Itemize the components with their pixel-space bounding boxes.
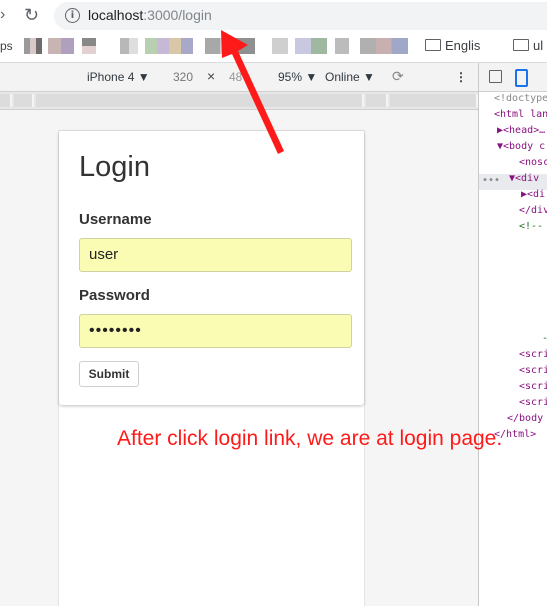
bookmarks-bar: ps Englis ul bbox=[0, 32, 547, 63]
device-select[interactable]: iPhone 4 ▼ bbox=[87, 70, 150, 84]
rotate-icon[interactable]: ⟳ bbox=[392, 68, 404, 85]
dom-node-line[interactable]: - bbox=[542, 333, 547, 344]
dom-node-line[interactable]: </body bbox=[507, 413, 543, 424]
dom-node-line[interactable]: <!-- bbox=[519, 221, 543, 232]
username-label: Username bbox=[79, 211, 152, 228]
dom-node-line[interactable]: ▶<head>… bbox=[497, 125, 545, 136]
devtools-panel: ••• <!doctype <html lan ▶<head>… ▼<body c <n… bbox=[478, 63, 547, 606]
info-icon[interactable]: i bbox=[65, 8, 80, 23]
annotation-text: After click login link, we are at login … bbox=[117, 427, 503, 450]
node-ellipsis[interactable]: ••• bbox=[482, 175, 500, 186]
bookmark-folder-label: Englis bbox=[445, 38, 481, 53]
reload-icon[interactable]: ↻ bbox=[24, 5, 39, 26]
dom-node-line[interactable]: <scri bbox=[519, 397, 547, 408]
device-toolbar: iPhone 4 ▼ 320 × 48 95% ▼ Online ▼ ⟳ ⋮ bbox=[0, 63, 478, 92]
password-input[interactable]: •••••••• bbox=[79, 314, 352, 348]
forward-icon[interactable]: › bbox=[0, 6, 5, 24]
viewport-width-input[interactable]: 320 bbox=[173, 70, 193, 84]
ruler-segment[interactable] bbox=[0, 94, 12, 107]
bookmark-favicon[interactable] bbox=[120, 38, 138, 54]
inspect-element-icon[interactable] bbox=[489, 70, 502, 83]
device-viewport: Login Username user Password •••••••• Su… bbox=[0, 110, 478, 606]
url-text[interactable]: localhost:3000/login bbox=[88, 7, 212, 23]
dom-node-line[interactable]: ▼<body c bbox=[497, 141, 545, 152]
device-toggle-icon[interactable] bbox=[515, 69, 528, 87]
dom-node-line[interactable]: <!doctype bbox=[494, 93, 547, 104]
zoom-select[interactable]: 95% ▼ bbox=[278, 70, 317, 84]
bookmark-favicon[interactable] bbox=[205, 38, 255, 54]
bookmark-favicon[interactable] bbox=[145, 38, 193, 54]
dom-node-line[interactable]: ▶<di bbox=[521, 189, 545, 200]
dom-node-line[interactable]: <scri bbox=[519, 381, 547, 392]
url-host: localhost bbox=[88, 7, 144, 23]
dimension-separator: × bbox=[207, 68, 216, 84]
username-input[interactable]: user bbox=[79, 238, 352, 272]
bookmark-favicon[interactable] bbox=[272, 38, 288, 54]
url-path: :3000/login bbox=[143, 7, 212, 23]
page-title: Login bbox=[79, 151, 150, 183]
device-screen: Login Username user Password •••••••• Su… bbox=[59, 131, 364, 606]
address-bar[interactable]: i localhost:3000/login bbox=[54, 2, 547, 30]
dom-node-line[interactable]: <scri bbox=[519, 349, 547, 360]
bookmark-favicon[interactable] bbox=[48, 38, 74, 54]
bookmark-folder-label: ul bbox=[533, 38, 544, 53]
bookmark-favicon[interactable] bbox=[82, 38, 96, 54]
dom-node-line[interactable]: <scri bbox=[519, 365, 547, 376]
bookmark-favicon[interactable] bbox=[24, 38, 42, 54]
bookmark-favicon[interactable] bbox=[335, 38, 349, 54]
network-throttle-select[interactable]: Online ▼ bbox=[325, 70, 375, 84]
bookmark-folder[interactable]: Englis bbox=[425, 38, 480, 53]
ruler-segment[interactable] bbox=[366, 94, 388, 107]
bookmark-favicon[interactable] bbox=[360, 38, 408, 54]
ruler-segment[interactable] bbox=[14, 94, 34, 107]
ruler-segment[interactable] bbox=[390, 94, 478, 107]
password-label: Password bbox=[79, 287, 150, 304]
dom-node-line[interactable]: <nosc bbox=[519, 157, 547, 168]
bookmark-folder[interactable]: ul bbox=[513, 38, 543, 53]
dom-node-line[interactable]: <html lan bbox=[494, 109, 547, 120]
devtools-toolbar bbox=[479, 63, 547, 92]
folder-icon bbox=[425, 39, 441, 51]
viewport-height-input[interactable]: 48 bbox=[229, 70, 242, 84]
submit-button[interactable]: Submit bbox=[79, 361, 139, 387]
bookmark-favicon[interactable] bbox=[295, 38, 327, 54]
dom-node-line[interactable]: ▼<div bbox=[509, 173, 539, 184]
browser-top-bar: › ↻ i localhost:3000/login bbox=[0, 0, 547, 32]
bookmark-apps[interactable]: ps bbox=[0, 39, 13, 53]
login-card: Login Username user Password •••••••• Su… bbox=[59, 131, 364, 405]
media-query-ruler bbox=[0, 92, 478, 110]
more-options-icon[interactable]: ⋮ bbox=[455, 70, 467, 84]
dom-node-line[interactable]: </div bbox=[519, 205, 547, 216]
folder-icon bbox=[513, 39, 529, 51]
ruler-segment[interactable] bbox=[36, 94, 364, 107]
